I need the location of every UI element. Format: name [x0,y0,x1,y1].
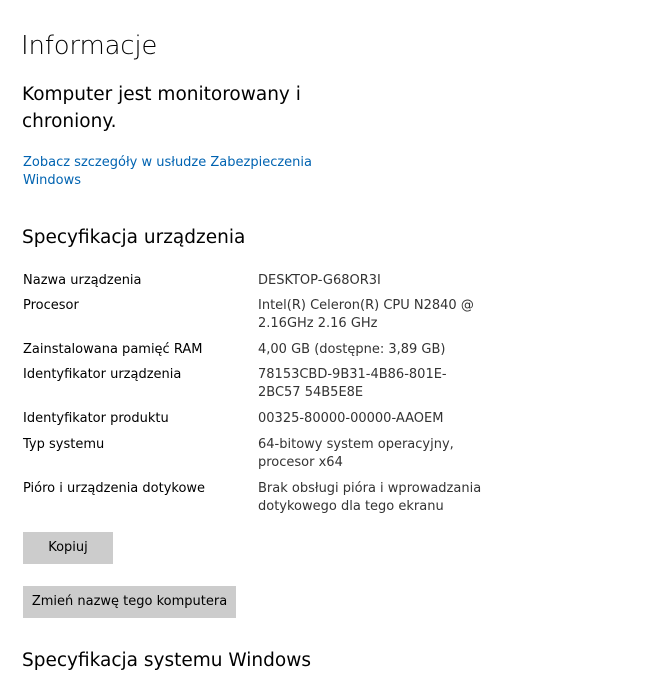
spec-value: 78153CBD-9B31-4B86-801E-2BC57 54B5E8E [258,367,447,400]
spec-label: Identyfikator urządzenia [23,367,182,382]
spec-value: DESKTOP-G68OR3I [258,273,381,288]
spec-label: Pióro i urządzenia dotykowe [23,481,206,496]
windows-specs-title: Specyfikacja systemu Windows [22,650,311,671]
rename-pc-button[interactable]: Zmień nazwę tego komputera [23,586,236,618]
spec-label: Nazwa urządzenia [23,273,142,288]
windows-security-link[interactable]: Zobacz szczegóły w usłudze Zabezpieczeni… [23,154,323,190]
spec-label: Identyfikator produktu [23,411,169,426]
spec-value: Intel(R) Celeron(R) CPU N2840 @ 2.16GHz … [258,298,474,331]
spec-value: 4,00 GB (dostępne: 3,89 GB) [258,342,446,357]
page-title: Informacje [21,31,158,61]
copy-button[interactable]: Kopiuj [23,532,113,564]
spec-value: 00325-80000-00000-AAOEM [258,411,444,426]
device-specs-title: Specyfikacja urządzenia [22,227,246,248]
spec-label: Zainstalowana pamięć RAM [23,342,203,357]
spec-label: Typ systemu [23,437,105,452]
spec-value: Brak obsługi pióra i wprowadzania dotyko… [258,481,482,514]
spec-value: 64-bitowy system operacyjny, procesor x6… [258,437,454,470]
spec-label: Procesor [23,298,79,313]
protection-status: Komputer jest monitorowany i chroniony. [22,84,301,132]
